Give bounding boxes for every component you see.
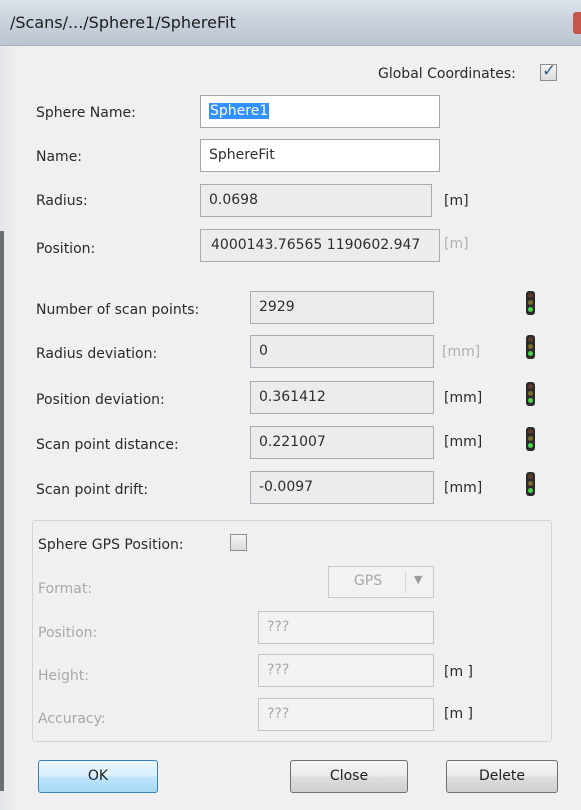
sphere-name-input[interactable]: Sphere1 bbox=[200, 95, 440, 128]
scan-point-distance-unit: [mm] bbox=[444, 434, 483, 450]
sphere-fit-dialog: /Scans/.../Sphere1/SphereFit Global Coor… bbox=[0, 0, 581, 810]
gps-height-input[interactable]: ??? bbox=[258, 654, 434, 687]
delete-button[interactable]: Delete bbox=[446, 760, 558, 793]
global-coordinates-label: Global Coordinates: bbox=[378, 66, 516, 82]
radius-deviation-value: 0 bbox=[250, 335, 434, 368]
global-coordinates-checkbox[interactable]: ✓ bbox=[540, 61, 557, 81]
gps-position-checkbox[interactable] bbox=[230, 534, 247, 551]
gps-format-label: Format: bbox=[38, 581, 93, 597]
position-unit: [m] bbox=[444, 236, 469, 252]
scan-point-drift-value: -0.0097 bbox=[250, 471, 434, 504]
gps-accuracy-unit: [m ] bbox=[444, 706, 474, 722]
scan-point-drift-unit: [mm] bbox=[444, 480, 483, 496]
traffic-light-icon bbox=[526, 291, 535, 315]
window-left-edge bbox=[0, 46, 18, 810]
title-bar[interactable]: /Scans/.../Sphere1/SphereFit bbox=[0, 0, 581, 46]
gps-format-value: GPS bbox=[353, 573, 383, 589]
radius-deviation-unit: [mm] bbox=[442, 344, 481, 360]
radius-deviation-label: Radius deviation: bbox=[36, 346, 158, 362]
ok-button[interactable]: OK bbox=[38, 760, 158, 793]
traffic-light-icon bbox=[526, 472, 535, 496]
close-button[interactable]: Close bbox=[290, 760, 408, 793]
gps-accuracy-input[interactable]: ??? bbox=[258, 698, 434, 731]
scan-points-value: 2929 bbox=[250, 291, 434, 324]
gps-position-field-label: Position: bbox=[38, 625, 98, 641]
edge-strip bbox=[0, 231, 4, 791]
traffic-light-icon bbox=[526, 335, 535, 359]
name-input[interactable]: SphereFit bbox=[200, 139, 440, 172]
window-title: /Scans/.../Sphere1/SphereFit bbox=[10, 13, 236, 32]
chevron-down-icon: ▼ bbox=[414, 573, 423, 586]
radius-value: 0.0698 bbox=[200, 184, 432, 217]
gps-position-label: Sphere GPS Position: bbox=[38, 537, 184, 553]
position-label: Position: bbox=[36, 241, 96, 257]
sphere-name-value: Sphere1 bbox=[209, 103, 270, 119]
gps-accuracy-label: Accuracy: bbox=[38, 711, 106, 727]
radius-label: Radius: bbox=[36, 193, 88, 209]
scan-point-distance-label: Scan point distance: bbox=[36, 437, 179, 453]
combo-separator bbox=[405, 571, 406, 593]
gps-height-label: Height: bbox=[38, 668, 89, 684]
gps-height-unit: [m ] bbox=[444, 664, 474, 680]
name-label: Name: bbox=[36, 149, 83, 165]
scan-point-drift-label: Scan point drift: bbox=[36, 482, 149, 498]
scan-point-distance-value: 0.221007 bbox=[250, 426, 434, 459]
scan-points-label: Number of scan points: bbox=[36, 302, 200, 318]
position-deviation-unit: [mm] bbox=[444, 390, 483, 406]
gps-format-select[interactable]: GPS ▼ bbox=[328, 566, 434, 598]
gps-position-input[interactable]: ??? bbox=[258, 611, 434, 644]
check-icon: ✓ bbox=[542, 61, 557, 81]
close-window-icon[interactable] bbox=[573, 12, 581, 34]
position-deviation-value: 0.361412 bbox=[250, 381, 434, 414]
radius-unit: [m] bbox=[444, 193, 469, 209]
traffic-light-icon bbox=[526, 427, 535, 451]
position-deviation-label: Position deviation: bbox=[36, 392, 165, 408]
traffic-light-icon bbox=[526, 382, 535, 406]
position-value: 4000143.76565 1190602.947 bbox=[200, 229, 440, 262]
sphere-name-label: Sphere Name: bbox=[36, 105, 136, 121]
